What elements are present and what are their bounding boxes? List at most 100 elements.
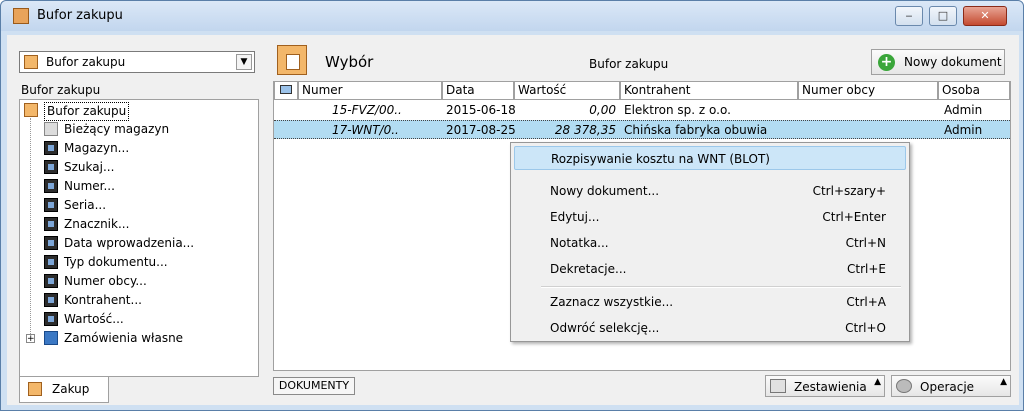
cell-wartosc: 28 378,35	[554, 123, 616, 137]
binoculars-icon	[44, 160, 58, 174]
combo-value: Bufor zakupu	[46, 55, 126, 69]
tree-item-zamowienia-wlasne[interactable]: + Zamówienia własne	[26, 330, 226, 347]
operacje-button[interactable]: Operacje ▲	[891, 375, 1011, 397]
menu-item-label: Notatka...	[550, 236, 609, 250]
maximize-button[interactable]: □	[929, 6, 957, 26]
tree-item-label: Numer obcy...	[64, 274, 147, 288]
menu-item-label: Edytuj...	[550, 210, 600, 224]
column-kontrahent[interactable]: Kontrahent	[620, 82, 798, 99]
close-button[interactable]: ✕	[963, 6, 1007, 26]
menu-item-nowy-dokument[interactable]: Nowy dokument... Ctrl+szary+	[514, 179, 906, 203]
tab-label: Zakup	[52, 382, 90, 396]
menu-item-edytuj[interactable]: Edytuj... Ctrl+Enter	[514, 205, 906, 229]
menu-item-shortcut: Ctrl+N	[845, 236, 886, 250]
column-wartosc[interactable]: Wartość	[514, 82, 620, 99]
tree-item-label: Bufor zakupu	[44, 102, 130, 121]
window-title: Bufor zakupu	[37, 8, 123, 23]
left-panel: Bufor zakupu ▼ Bufor zakupu Bufor zakupu…	[13, 41, 263, 403]
cell-numer: 17-WNT/0..	[332, 123, 399, 137]
table-row-selected[interactable]: 17-WNT/0.. 2017-08-25 28 378,35 Chińska …	[274, 120, 1010, 139]
document-icon	[44, 331, 58, 345]
binoculars-icon	[44, 217, 58, 231]
gear-icon	[896, 379, 912, 393]
zestawienia-button[interactable]: Zestawienia ▲	[765, 375, 885, 397]
cell-kontrahent: Elektron sp. z o.o.	[624, 103, 731, 117]
menu-item-shortcut: Ctrl+szary+	[812, 184, 886, 198]
menu-item-shortcut: Ctrl+O	[845, 321, 886, 335]
tree-item-label: Zamówienia własne	[64, 331, 184, 345]
folder-icon	[28, 382, 42, 396]
chevron-up-icon: ▲	[874, 377, 881, 387]
tree-item-label: Wartość...	[64, 312, 124, 326]
dokumenty-button[interactable]: DOKUMENTY	[273, 377, 355, 395]
list-title: Bufor zakupu	[589, 57, 669, 71]
warehouse-icon	[44, 122, 58, 136]
column-numer[interactable]: Numer	[298, 82, 442, 99]
tree-item-label: Znacznik...	[64, 217, 130, 231]
cell-kontrahent: Chińska fabryka obuwia	[624, 123, 768, 137]
menu-item-notatka[interactable]: Notatka... Ctrl+N	[514, 231, 906, 255]
tree-header: Bufor zakupu	[21, 83, 101, 97]
title-bar[interactable]: Bufor zakupu ‒ □ ✕	[1, 1, 1023, 31]
cell-numer: 15-FVZ/00..	[332, 103, 402, 117]
menu-item-odwroc-selekcje[interactable]: Odwróć selekcję... Ctrl+O	[514, 316, 906, 340]
operacje-label: Operacje	[920, 380, 975, 394]
new-document-label: Nowy dokument	[904, 55, 1002, 69]
menu-item-shortcut: Ctrl+E	[847, 262, 886, 276]
menu-item-label: Nowy dokument...	[550, 184, 660, 198]
tree-item-label: Numer...	[64, 179, 115, 193]
expand-icon[interactable]: +	[26, 334, 35, 344]
table-row[interactable]: 15-FVZ/00.. 2015-06-18 0,00 Elektron sp.…	[274, 101, 1010, 120]
chevron-up-icon: ▲	[1000, 377, 1007, 387]
menu-item-label: Zaznacz wszystkie...	[550, 295, 674, 309]
view-title: Wybór	[325, 53, 374, 71]
tree-item-label: Kontrahent...	[64, 293, 142, 307]
binoculars-icon	[44, 274, 58, 288]
report-icon	[770, 379, 786, 393]
column-osoba[interactable]: Osoba	[938, 82, 1010, 99]
menu-item-label: Odwróć selekcję...	[550, 321, 660, 335]
tree-connector	[30, 118, 31, 334]
binoculars-icon	[44, 179, 58, 193]
plus-icon: +	[878, 54, 895, 71]
menu-item-rozpisywanie-kosztu[interactable]: Rozpisywanie kosztu na WNT (BLOT)	[514, 146, 906, 170]
cell-osoba: Admin	[944, 123, 983, 137]
select-all-checkbox[interactable]	[274, 82, 298, 99]
binoculars-icon	[44, 293, 58, 307]
bottom-toolbar: DOKUMENTY Zestawienia ▲ Operacje ▲	[273, 375, 1011, 397]
minimize-button[interactable]: ‒	[895, 6, 923, 26]
tree-item-label: Typ dokumentu...	[64, 255, 168, 269]
folder-icon	[24, 55, 38, 69]
menu-item-label: Rozpisywanie kosztu na WNT (BLOT)	[551, 152, 770, 166]
cell-wartosc: 0,00	[589, 103, 616, 117]
cell-data: 2015-06-18	[446, 103, 516, 117]
view-combo[interactable]: Bufor zakupu ▼	[19, 51, 255, 73]
tab-zakup[interactable]: Zakup	[19, 377, 109, 403]
binoculars-icon	[44, 141, 58, 155]
binoculars-icon	[44, 255, 58, 269]
tree-item-label: Seria...	[64, 198, 107, 212]
menu-item-zaznacz-wszystkie[interactable]: Zaznacz wszystkie... Ctrl+A	[514, 290, 906, 314]
zestawienia-label: Zestawienia	[794, 380, 867, 394]
column-data[interactable]: Data	[442, 82, 514, 99]
menu-item-shortcut: Ctrl+A	[846, 295, 886, 309]
menu-item-label: Dekretacje...	[550, 262, 627, 276]
tree-item-label: Bieżący magazyn	[64, 122, 170, 136]
tree-item-label: Data wprowadzenia...	[64, 236, 195, 250]
folder-icon	[277, 45, 307, 75]
menu-separator	[541, 286, 901, 288]
binoculars-icon	[44, 198, 58, 212]
chevron-down-icon[interactable]: ▼	[236, 54, 252, 70]
filter-tree: Bufor zakupu Bieżący magazyn Magazyn... …	[19, 99, 259, 377]
checkbox-icon	[280, 85, 292, 94]
menu-item-dekretacje[interactable]: Dekretacje... Ctrl+E	[514, 257, 906, 281]
tree-item-label: Szukaj...	[64, 160, 115, 174]
column-numer-obcy[interactable]: Numer obcy	[798, 82, 938, 99]
app-icon	[13, 8, 29, 24]
binoculars-icon	[44, 236, 58, 250]
menu-item-shortcut: Ctrl+Enter	[822, 210, 886, 224]
folder-icon	[24, 103, 38, 117]
binoculars-icon	[44, 312, 58, 326]
cell-osoba: Admin	[944, 103, 983, 117]
new-document-button[interactable]: + Nowy dokument	[871, 49, 1005, 75]
